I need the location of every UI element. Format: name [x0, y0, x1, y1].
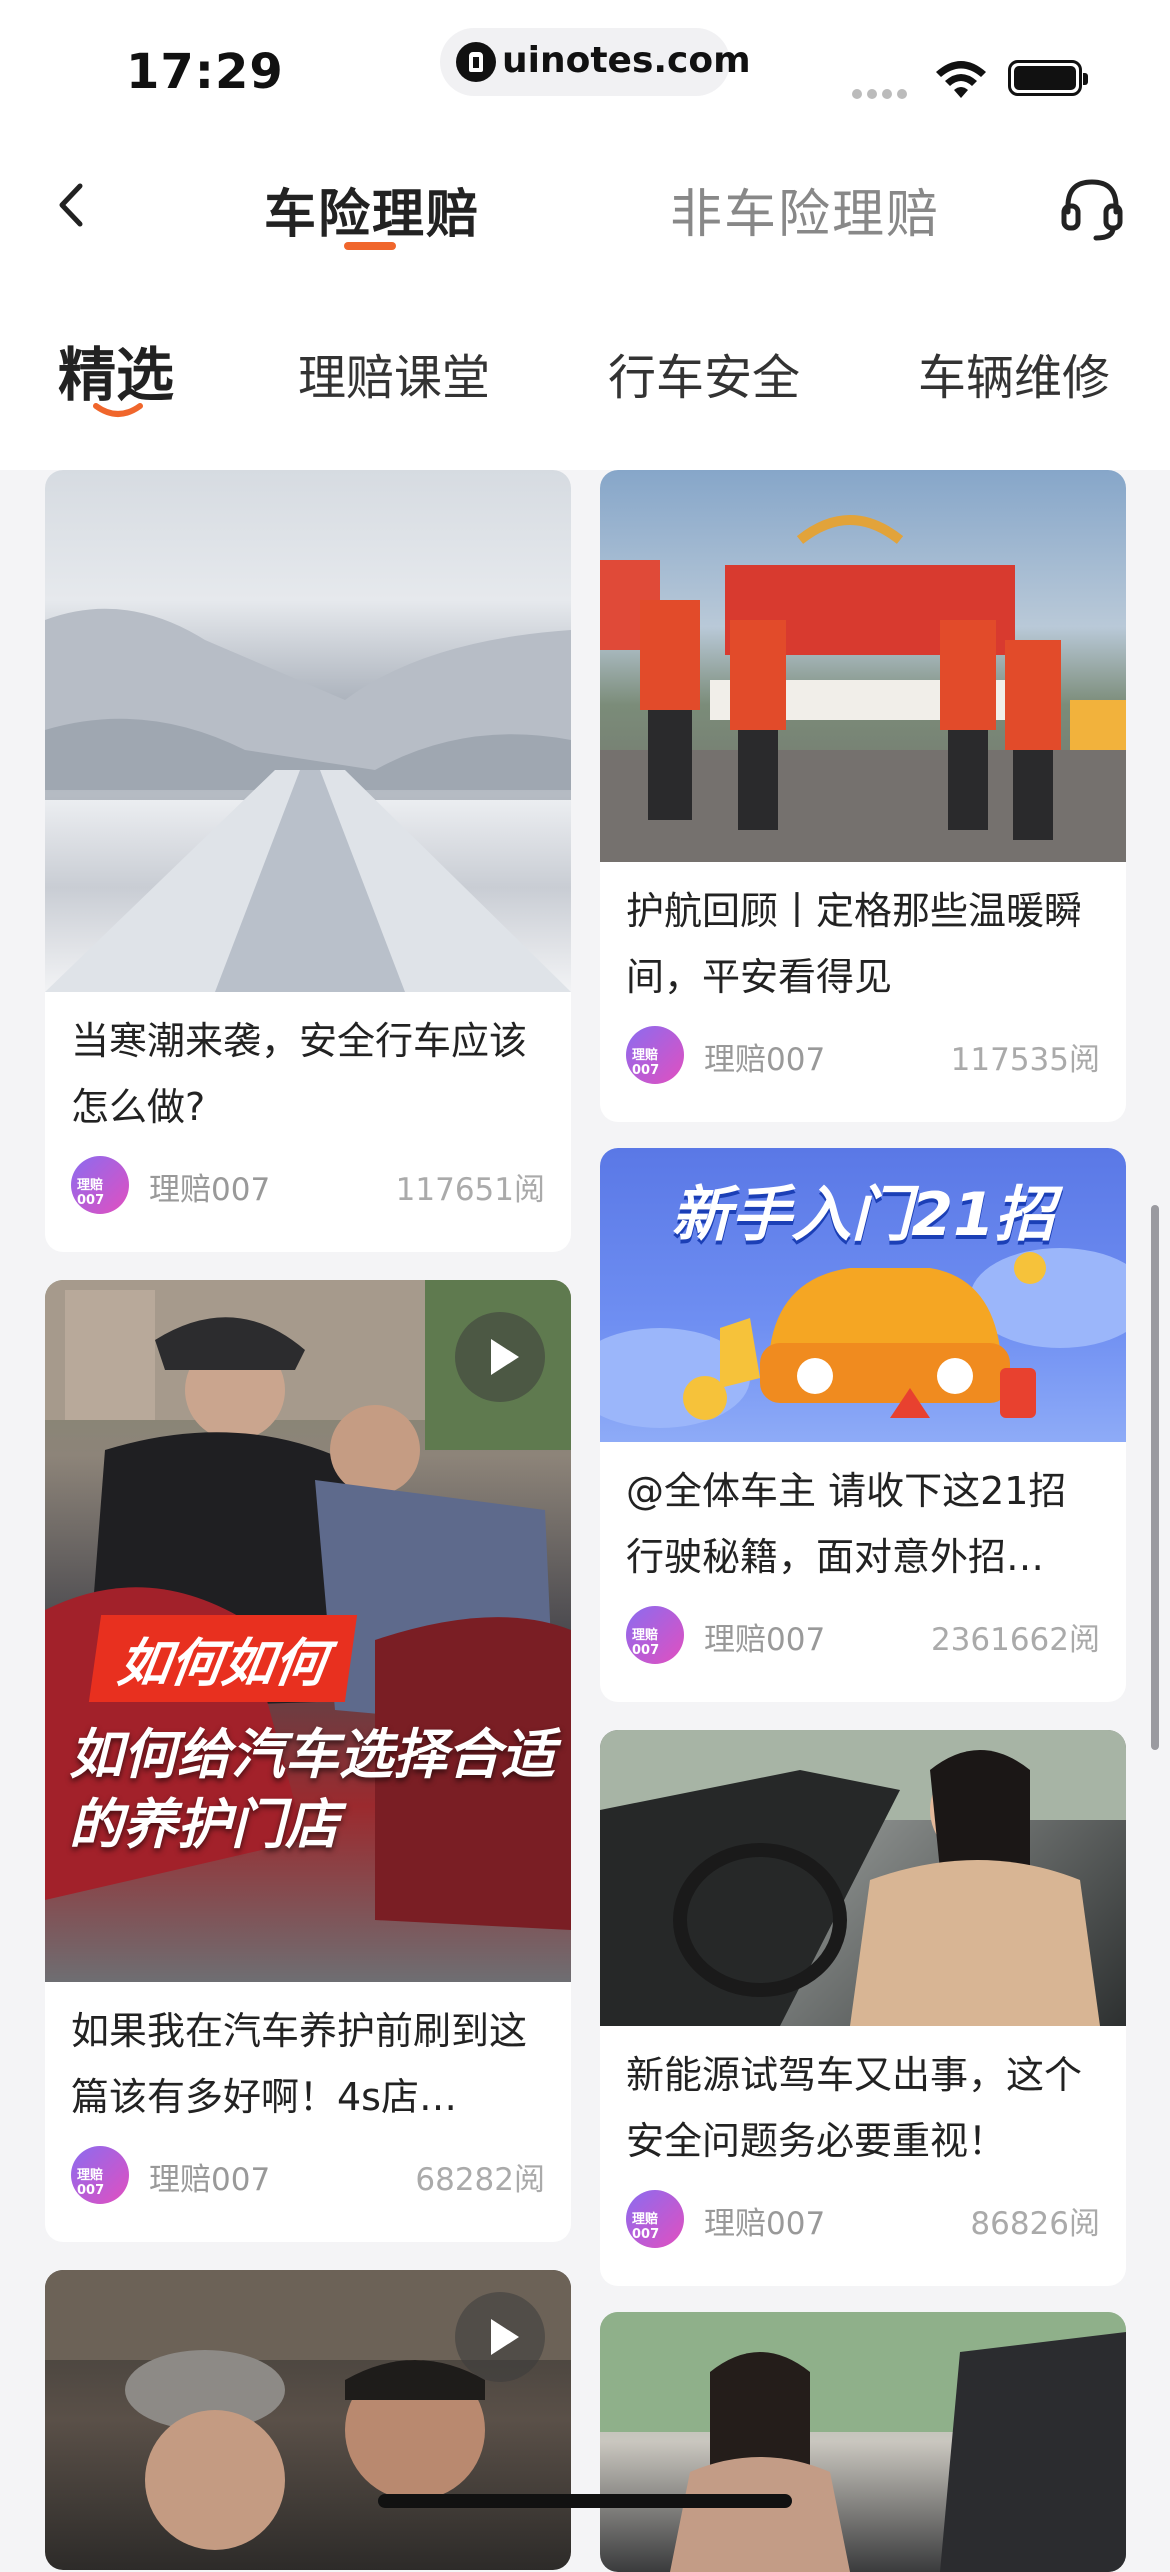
video-overlay-caption: 如何给汽车选择合适的养护门店: [69, 1723, 555, 1856]
article-thumbnail-snowy-road: [45, 470, 571, 992]
status-bar: 17:29 uinotes.com: [0, 0, 1170, 130]
lock-icon: [456, 42, 496, 82]
author-name: 理赔007: [149, 2162, 271, 2198]
author-name: 理赔007: [704, 1042, 826, 1078]
article-card[interactable]: 护航回顾丨定格那些温暖瞬间，平安看得见 理赔007 理赔007 117535阅: [600, 470, 1126, 1122]
home-indicator[interactable]: [378, 2494, 792, 2508]
author-avatar: 理赔007: [626, 1026, 684, 1084]
category-tab-featured[interactable]: 精选: [58, 328, 174, 412]
back-arrow-icon[interactable]: [48, 180, 98, 230]
url-pill[interactable]: uinotes.com: [440, 28, 751, 96]
article-meta: 理赔007 理赔007 117651阅: [71, 1156, 545, 1216]
read-count: 117535阅: [950, 1042, 1100, 1078]
play-video-icon[interactable]: [455, 2292, 545, 2382]
banner-headline: 新手入门21招: [671, 1180, 1055, 1250]
article-meta: 理赔007 理赔007 117535阅: [626, 1026, 1100, 1086]
article-card[interactable]: 当寒潮来袭，安全行车应该怎么做? 理赔007 理赔007 117651阅: [45, 470, 571, 1252]
author-avatar: 理赔007: [626, 1606, 684, 1664]
play-video-icon[interactable]: [455, 1312, 545, 1402]
author-name: 理赔007: [704, 2206, 826, 2242]
article-thumbnail-event-photo: [600, 470, 1126, 862]
article-card[interactable]: 新能源试驾车又出事，这个安全问题务必要重视！ 理赔007 理赔007 86826…: [600, 1730, 1126, 2286]
article-card[interactable]: [45, 2270, 571, 2570]
author-avatar: 理赔007: [71, 2146, 129, 2204]
video-overlay-tag: 如何如何: [88, 1615, 358, 1702]
author-name: 理赔007: [149, 1172, 271, 1208]
article-title: 当寒潮来袭，安全行车应该怎么做?: [71, 1019, 528, 1129]
article-meta: 理赔007 理赔007 86826阅: [626, 2190, 1100, 2250]
author-avatar: 理赔007: [626, 2190, 684, 2248]
read-count: 68282阅: [415, 2162, 545, 2198]
article-thumbnail-test-drive: [600, 1730, 1126, 2026]
category-tab-driving-safety[interactable]: 行车安全: [608, 338, 800, 408]
article-meta: 理赔007 理赔007 68282阅: [71, 2146, 545, 2206]
scrollbar[interactable]: [1151, 1205, 1159, 1750]
wifi-icon: [936, 61, 986, 98]
article-card[interactable]: 新手入门21招 @全体车主 请收下这21招行驶秘籍，面对意外招… 理赔007 理…: [600, 1148, 1126, 1702]
article-title: 护航回顾丨定格那些温暖瞬间，平安看得见: [626, 889, 1083, 999]
read-count: 2361662阅: [930, 1622, 1100, 1658]
category-tab-vehicle-repair[interactable]: 车辆维修: [918, 338, 1110, 408]
cellular-signal-icon: [852, 84, 912, 103]
tab-car-insurance-claims[interactable]: 车险理赔: [264, 172, 480, 247]
author-avatar: 理赔007: [71, 1156, 129, 1214]
article-thumbnail-car-maintenance: 如何如何 如何给汽车选择合适的养护门店: [45, 1280, 571, 1982]
header: 17:29 uinotes.com 车险理赔 非车险理赔 精选 理赔课堂 行车安…: [0, 0, 1170, 470]
status-time: 17:29: [126, 44, 284, 100]
article-card[interactable]: [600, 2312, 1126, 2572]
active-tab-indicator: [344, 242, 396, 250]
article-thumbnail-outdoor: [600, 2312, 1126, 2572]
article-title: @全体车主 请收下这21招行驶秘籍，面对意外招…: [626, 1469, 1067, 1579]
tab-non-car-insurance-claims[interactable]: 非车险理赔: [670, 172, 940, 247]
article-thumbnail-video: [45, 2270, 571, 2570]
author-name: 理赔007: [704, 1622, 826, 1658]
category-active-indicator: [93, 403, 143, 417]
customer-service-headset-icon[interactable]: [1056, 172, 1128, 244]
read-count: 86826阅: [970, 2206, 1100, 2242]
article-title: 如果我在汽车养护前刷到这篇该有多好啊！4s店…: [71, 2009, 528, 2119]
article-card[interactable]: 如何如何 如何给汽车选择合适的养护门店 如果我在汽车养护前刷到这篇该有多好啊！4…: [45, 1280, 571, 2242]
url-text: uinotes.com: [502, 40, 751, 81]
article-thumbnail-banner: 新手入门21招: [600, 1148, 1126, 1442]
read-count: 117651阅: [395, 1172, 545, 1208]
article-meta: 理赔007 理赔007 2361662阅: [626, 1606, 1100, 1666]
battery-icon: [1008, 60, 1088, 96]
category-tab-claims-class[interactable]: 理赔课堂: [298, 338, 490, 408]
article-title: 新能源试驾车又出事，这个安全问题务必要重视！: [626, 2053, 1083, 2163]
